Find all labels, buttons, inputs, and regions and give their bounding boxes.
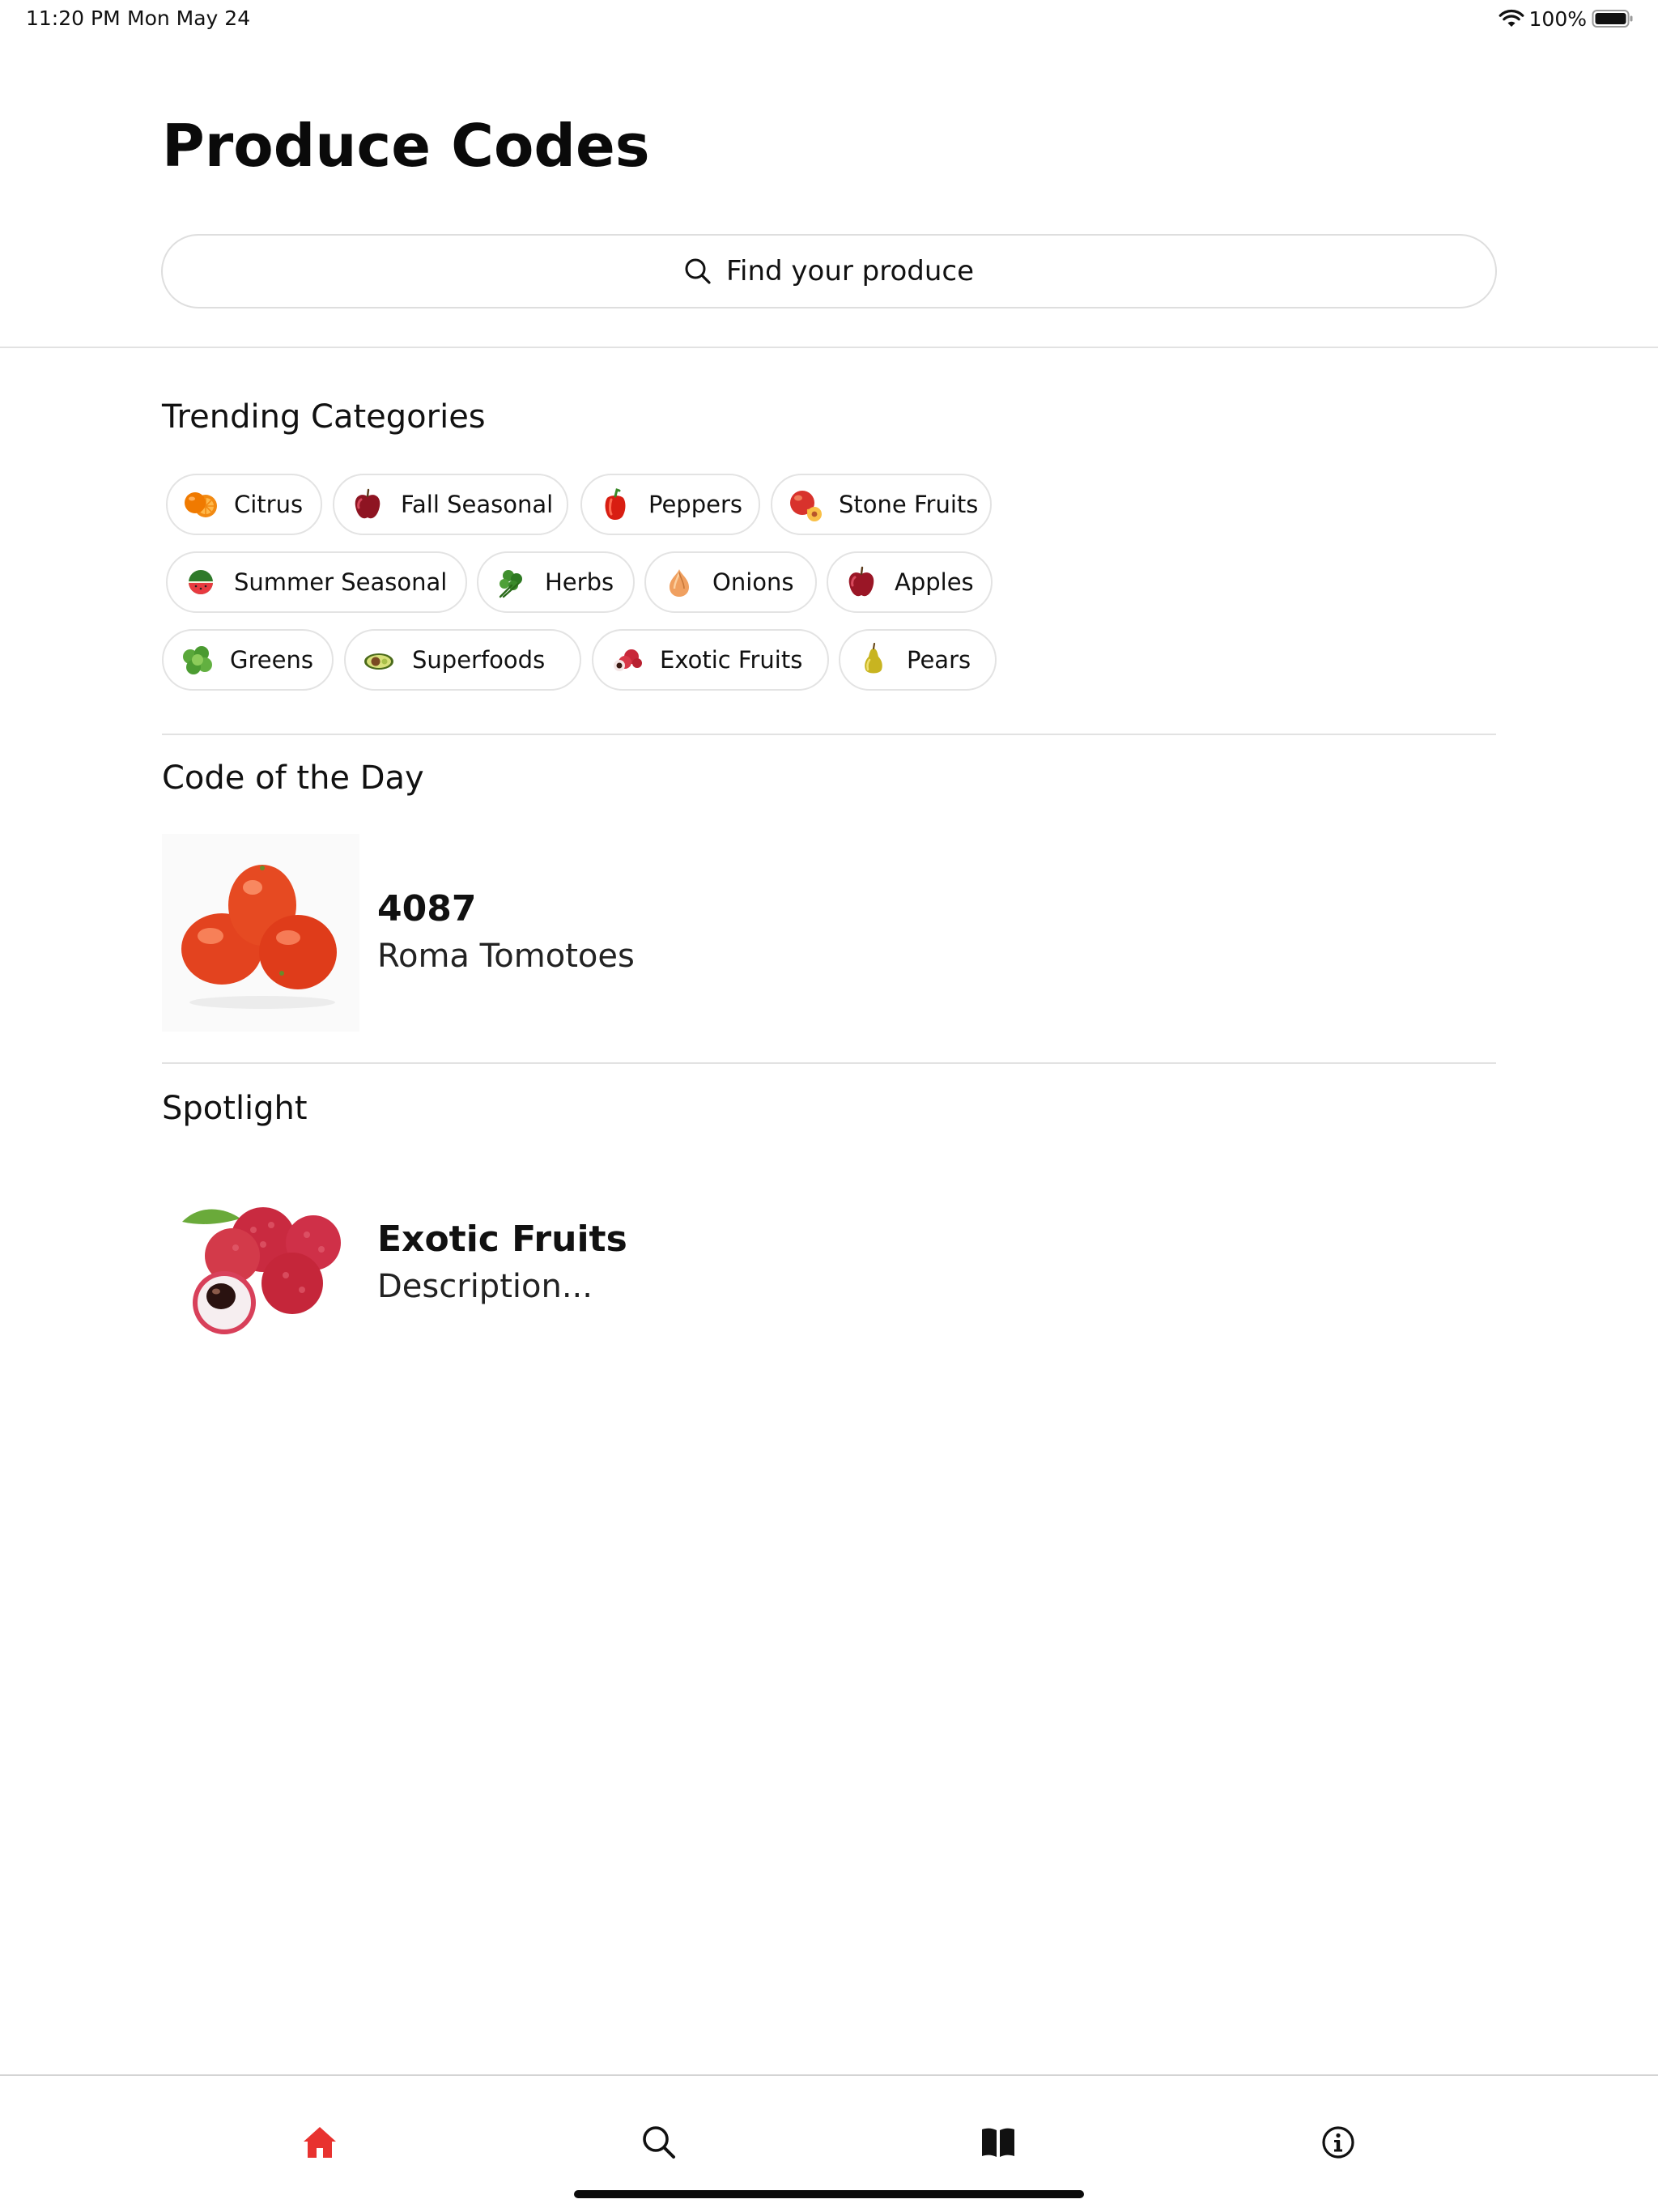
lychee-image xyxy=(162,1182,359,1344)
spotlight-description: Description... xyxy=(377,1268,593,1305)
chip-label: Onions xyxy=(712,568,794,596)
code-of-the-day-text: 4087 Roma Tomotoes xyxy=(377,886,635,980)
chip-label: Pears xyxy=(907,646,971,674)
tab-search[interactable] xyxy=(627,2116,691,2168)
apple-icon xyxy=(841,562,882,602)
chip-apples[interactable]: Apples xyxy=(827,551,993,613)
tab-home[interactable] xyxy=(287,2116,352,2168)
spotlight-card[interactable]: Exotic Fruits Description... xyxy=(162,1166,971,1360)
section-divider xyxy=(162,734,1496,735)
chip-label: Herbs xyxy=(545,568,614,596)
chip-label: Exotic Fruits xyxy=(660,646,803,674)
chip-greens[interactable]: Greens xyxy=(162,629,334,691)
chip-superfoods[interactable]: Superfoods xyxy=(344,629,581,691)
tab-info[interactable] xyxy=(1306,2116,1371,2168)
chip-peppers[interactable]: Peppers xyxy=(580,474,760,535)
section-divider xyxy=(162,1062,1496,1064)
chip-onions[interactable]: Onions xyxy=(644,551,817,613)
lychee-icon xyxy=(606,640,647,680)
herbs-icon xyxy=(491,562,532,602)
chip-label: Summer Seasonal xyxy=(234,568,448,596)
battery-icon xyxy=(1592,9,1634,28)
chip-label: Apples xyxy=(895,568,974,596)
chip-stone-fruits[interactable]: Stone Fruits xyxy=(771,474,992,535)
onion-icon xyxy=(659,562,699,602)
code-of-the-day-card[interactable]: 4087 Roma Tomotoes xyxy=(162,834,971,1032)
roma-tomatoes-image xyxy=(162,834,359,1032)
avocado-icon xyxy=(359,640,399,680)
battery-percent: 100% xyxy=(1528,6,1587,31)
status-indicators: 100% xyxy=(1499,5,1634,32)
pear-icon xyxy=(853,640,894,680)
search-placeholder: Find your produce xyxy=(725,255,975,287)
chip-label: Fall Seasonal xyxy=(401,491,554,518)
watermelon-icon xyxy=(181,562,221,602)
spotlight-text: Exotic Fruits Description... xyxy=(377,1216,627,1310)
chip-fall-seasonal[interactable]: Fall Seasonal xyxy=(333,474,568,535)
header-divider xyxy=(0,347,1658,348)
spotlight-title: Exotic Fruits xyxy=(377,1219,627,1260)
produce-codes-screen: 11:20 PM Mon May 24 100% Produce Codes F… xyxy=(0,0,1658,2212)
chip-summer-seasonal[interactable]: Summer Seasonal xyxy=(166,551,467,613)
page-title: Produce Codes xyxy=(162,112,650,180)
chip-label: Peppers xyxy=(648,491,742,518)
book-icon xyxy=(980,2125,1017,2159)
chip-exotic-fruits[interactable]: Exotic Fruits xyxy=(592,629,829,691)
chip-label: Greens xyxy=(230,646,313,674)
status-time: 11:20 PM xyxy=(26,6,121,30)
search-icon xyxy=(684,257,712,285)
wifi-icon xyxy=(1499,9,1524,28)
status-date: Mon May 24 xyxy=(127,6,251,30)
lettuce-icon xyxy=(176,640,217,680)
plu-code: 4087 xyxy=(377,888,477,929)
tab-library[interactable] xyxy=(966,2116,1031,2168)
chip-pears[interactable]: Pears xyxy=(839,629,997,691)
trending-heading: Trending Categories xyxy=(162,398,486,436)
info-icon xyxy=(1320,2125,1356,2160)
home-indicator xyxy=(574,2190,1084,2198)
chip-citrus[interactable]: Citrus xyxy=(166,474,322,535)
chip-label: Stone Fruits xyxy=(839,491,979,518)
orange-icon xyxy=(181,484,221,525)
code-of-the-day-heading: Code of the Day xyxy=(162,759,424,797)
chip-label: Citrus xyxy=(234,491,304,518)
apple-icon xyxy=(347,484,388,525)
search-bar[interactable]: Find your produce xyxy=(161,234,1497,308)
search-icon xyxy=(641,2125,677,2160)
peach-icon xyxy=(785,484,826,525)
produce-name: Roma Tomotoes xyxy=(377,938,635,975)
chip-herbs[interactable]: Herbs xyxy=(477,551,635,613)
status-bar: 11:20 PM Mon May 24 100% xyxy=(0,0,1658,39)
home-icon xyxy=(301,2125,338,2160)
spotlight-heading: Spotlight xyxy=(162,1090,308,1127)
chip-label: Superfoods xyxy=(412,646,546,674)
pepper-icon xyxy=(595,484,636,525)
